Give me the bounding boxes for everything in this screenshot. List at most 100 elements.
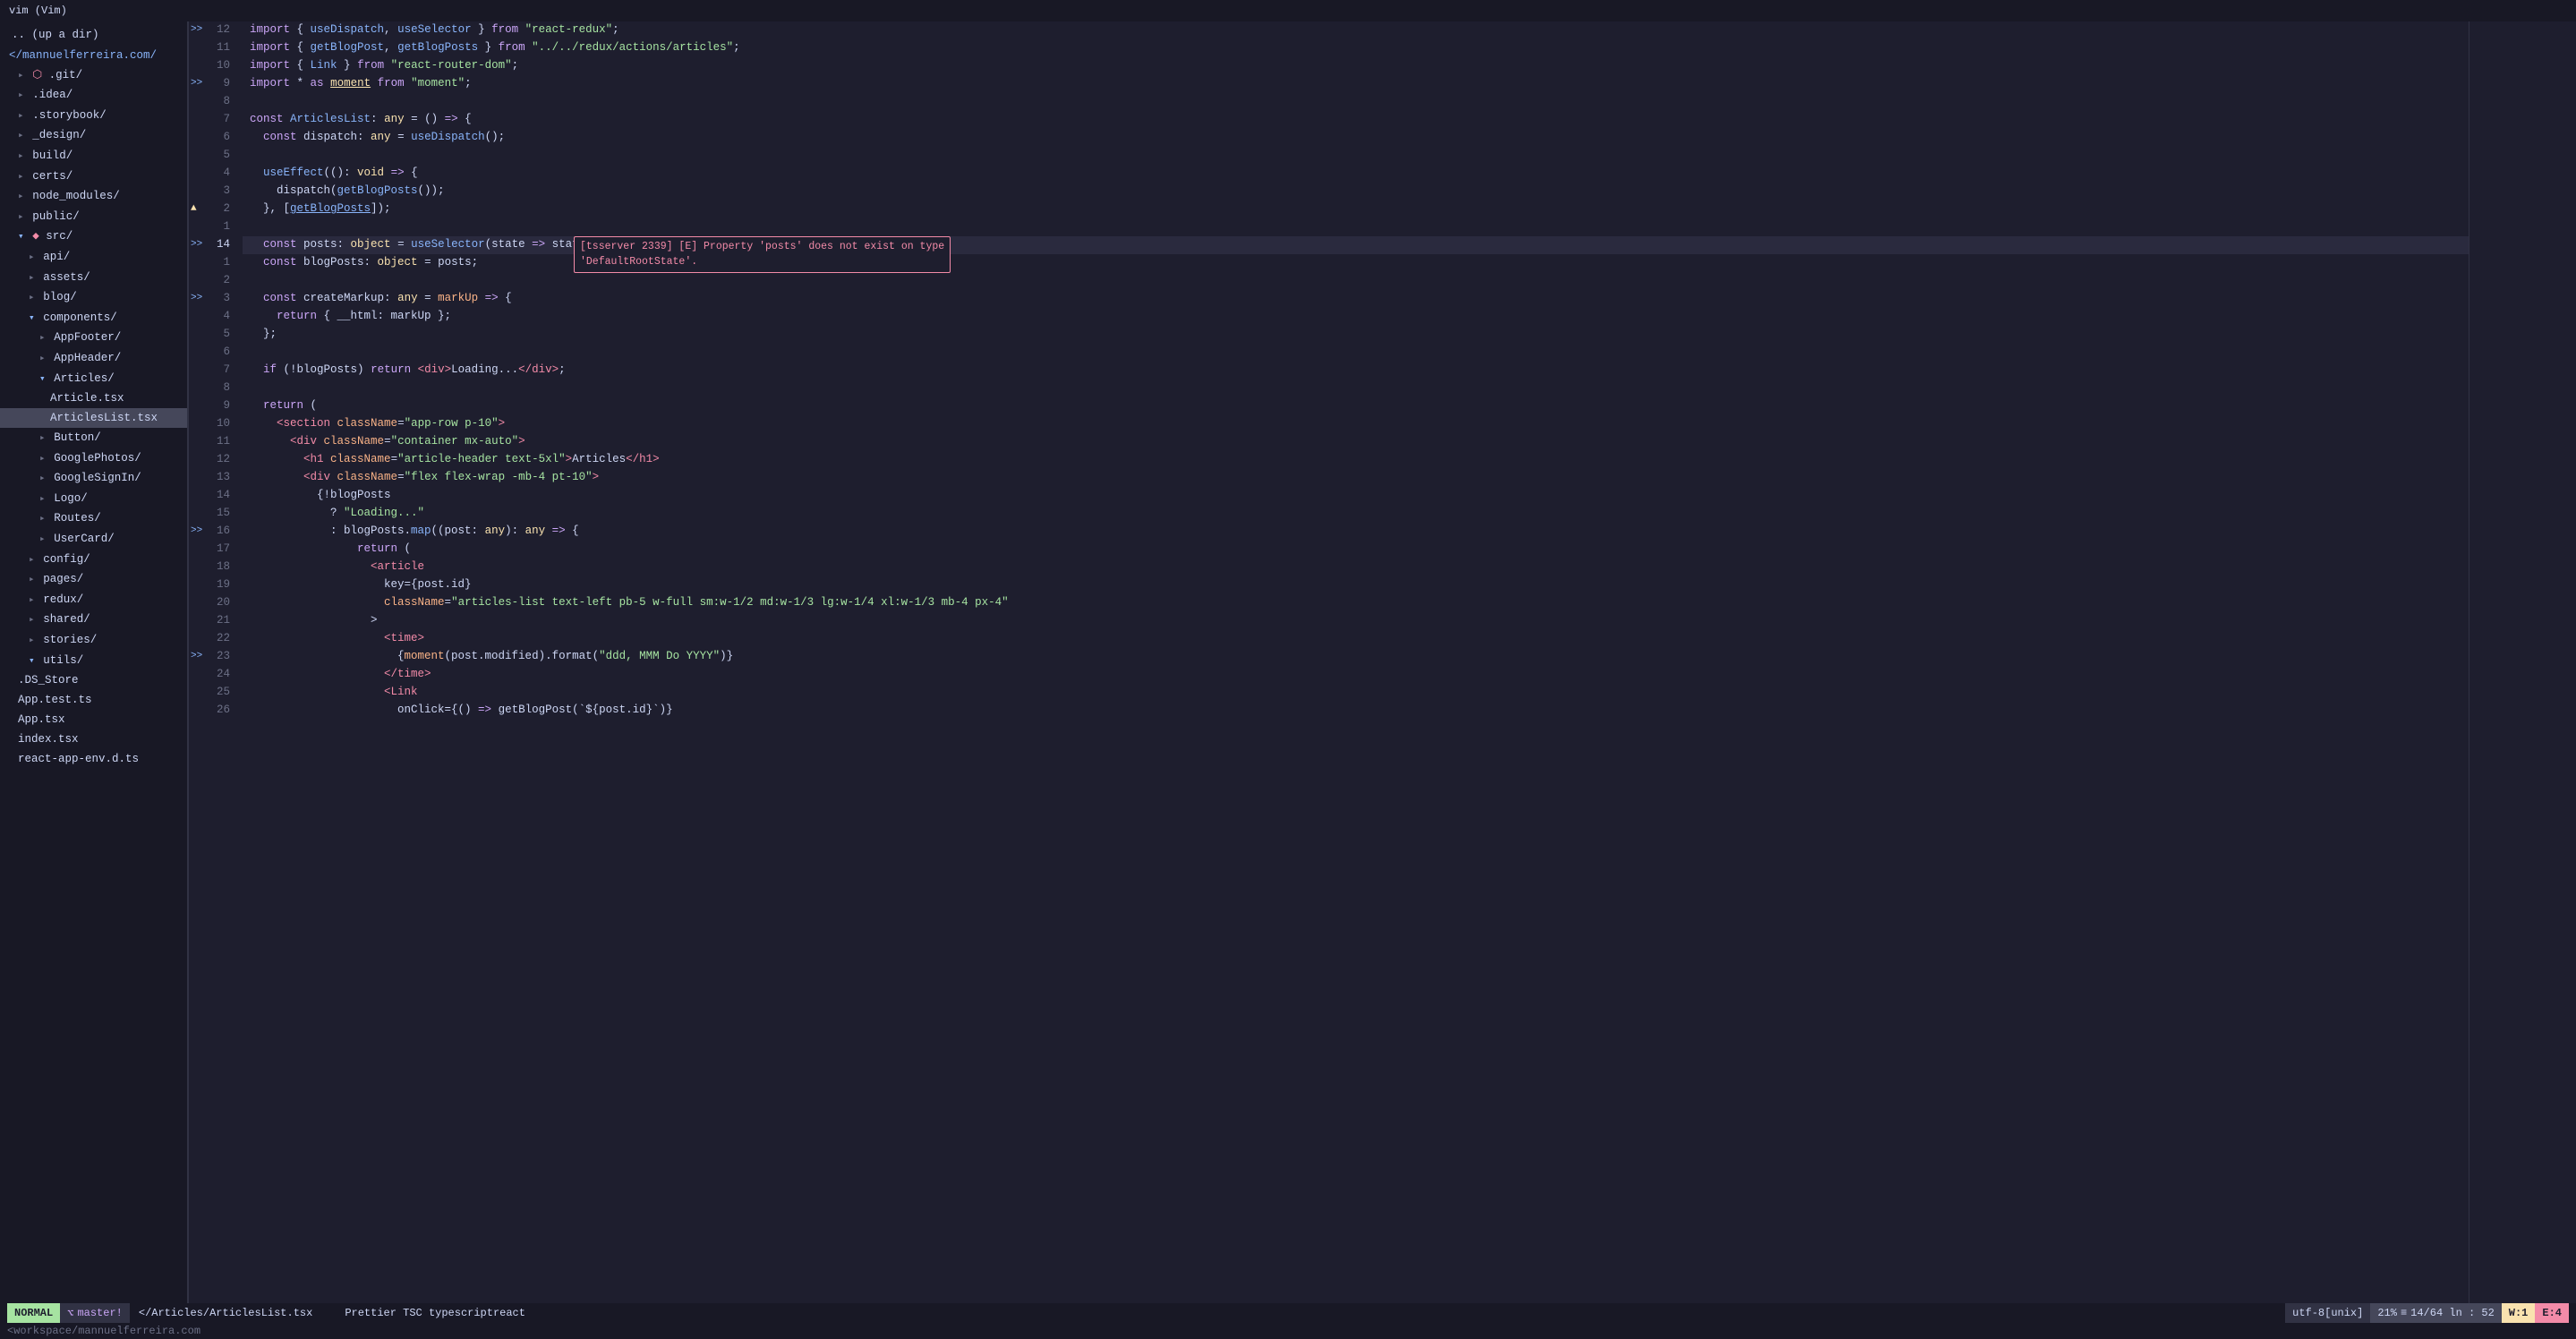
gutter-line: >>9	[192, 75, 235, 93]
sidebar-label: ArticlesList.tsx	[50, 412, 158, 424]
arrow-icon: ▸	[39, 534, 51, 545]
sidebar-item-public[interactable]: ▸ public/	[0, 207, 187, 227]
sidebar-item-articles[interactable]: ▾ Articles/	[0, 369, 187, 389]
gutter-num: 4	[209, 308, 230, 325]
sidebar-item-git[interactable]: ▸ ⬡ .git/	[0, 65, 187, 86]
code-line: className="articles-list text-left pb-5 …	[243, 594, 2469, 612]
sidebar-label: assets/	[43, 271, 90, 284]
sidebar-item-stories[interactable]: ▸ stories/	[0, 630, 187, 651]
arrow-icon: ▸	[29, 273, 40, 284]
code-line: import { useDispatch, useSelector } from…	[243, 21, 2469, 39]
sidebar-item-blog[interactable]: ▸ blog/	[0, 287, 187, 308]
sidebar-label: </mannuelferreira.com/	[9, 49, 157, 62]
file-path: </Articles/ArticlesList.tsx Prettier TSC…	[130, 1307, 2285, 1319]
sidebar-label: .. (up a dir)	[12, 29, 99, 41]
sidebar-item-articleslist-tsx[interactable]: ArticlesList.tsx	[0, 408, 187, 428]
code-line: </time>	[243, 666, 2469, 684]
sidebar-item-shared[interactable]: ▸ shared/	[0, 610, 187, 630]
sidebar-item-button[interactable]: ▸ Button/	[0, 428, 187, 448]
sidebar-label: UserCard/	[54, 533, 115, 545]
sidebar-label: Logo/	[54, 492, 88, 505]
gutter-marker: >>	[191, 524, 205, 539]
arrow-icon: ▸	[39, 473, 51, 484]
sidebar-label: config/	[43, 553, 90, 566]
sidebar-label: Article.tsx	[50, 392, 124, 405]
sidebar-item-assets[interactable]: ▸ assets/	[0, 268, 187, 288]
right-panel	[2469, 21, 2576, 1303]
sidebar-item-up-dir[interactable]: .. (up a dir)	[0, 25, 187, 46]
sidebar-item-index-tsx[interactable]: index.tsx	[0, 729, 187, 749]
gutter-line: 8	[192, 93, 235, 111]
gutter-num: 3	[209, 183, 230, 200]
sidebar-item-utils[interactable]: ▾ utils/	[0, 651, 187, 671]
code-line: <section className="app-row p-10">	[243, 415, 2469, 433]
code-line-current: const posts: object = useSelector(state …	[243, 236, 2469, 254]
sidebar-item-components[interactable]: ▾ components/	[0, 308, 187, 328]
sidebar-item-certs[interactable]: ▸ certs/	[0, 166, 187, 187]
gutter-marker: >>	[191, 649, 205, 664]
code-line: <h1 className="article-header text-5xl">…	[243, 451, 2469, 469]
gutter-num: 9	[209, 397, 230, 414]
gutter-line: 6	[192, 344, 235, 362]
gutter-num: 4	[209, 165, 230, 182]
gutter-line: 24	[192, 666, 235, 684]
sidebar-item-pages[interactable]: ▸ pages/	[0, 569, 187, 590]
sidebar-item-redux[interactable]: ▸ redux/	[0, 590, 187, 610]
sidebar-item-node-modules[interactable]: ▸ node_modules/	[0, 186, 187, 207]
warning-count: W:1	[2502, 1303, 2536, 1323]
gutter-num: 19	[209, 576, 230, 593]
status-right: utf-8[unix] 21% ≡ 14/64 ln : 52 W:1 E:4	[2285, 1303, 2569, 1323]
sidebar-label: .idea/	[32, 89, 73, 101]
sidebar-label: _design/	[32, 129, 86, 141]
sidebar-item-design[interactable]: ▸ _design/	[0, 125, 187, 146]
gutter-marker: >>	[191, 291, 205, 306]
gutter-marker: >>	[191, 76, 205, 91]
sidebar-item-appheader[interactable]: ▸ AppHeader/	[0, 348, 187, 369]
sidebar-label: pages/	[43, 573, 83, 585]
gutter-line: ▲2	[192, 200, 235, 218]
gutter-line: 4	[192, 165, 235, 183]
sidebar-item-src[interactable]: ▾ ◆ src/	[0, 226, 187, 247]
sidebar-item-appfooter[interactable]: ▸ AppFooter/	[0, 328, 187, 348]
sidebar-item-article-tsx[interactable]: Article.tsx	[0, 388, 187, 408]
sidebar-item-googlesignin[interactable]: ▸ GoogleSignIn/	[0, 468, 187, 489]
sidebar-item-api[interactable]: ▸ api/	[0, 247, 187, 268]
gutter-num: 11	[209, 433, 230, 450]
sidebar-label: public/	[32, 210, 80, 223]
code-line: >	[243, 612, 2469, 630]
sidebar-item-googlephotos[interactable]: ▸ GooglePhotos/	[0, 448, 187, 469]
sidebar-label: redux/	[43, 593, 83, 606]
gutter-line: 5	[192, 326, 235, 344]
sidebar-item-app-test-ts[interactable]: App.test.ts	[0, 690, 187, 710]
sidebar-item-logo[interactable]: ▸ Logo/	[0, 489, 187, 509]
arrow-icon: ▸	[18, 172, 30, 183]
gutter-num: 5	[209, 326, 230, 343]
sidebar-item-routes[interactable]: ▸ Routes/	[0, 508, 187, 529]
sidebar-label: utils/	[43, 654, 83, 667]
sidebar-item-storybook[interactable]: ▸ .storybook/	[0, 106, 187, 126]
sidebar-label: .storybook/	[32, 109, 107, 122]
sidebar-item-config[interactable]: ▸ config/	[0, 550, 187, 570]
gutter-num: 10	[209, 57, 230, 74]
gutter-line: 25	[192, 684, 235, 702]
code-line: const createMarkup: any = markUp => {	[243, 290, 2469, 308]
sidebar-item-usercard[interactable]: ▸ UserCard/	[0, 529, 187, 550]
sidebar-label: shared/	[43, 613, 90, 626]
code-line	[243, 380, 2469, 397]
sidebar-item-app-tsx[interactable]: App.tsx	[0, 710, 187, 729]
code-line: {!blogPosts	[243, 487, 2469, 505]
gutter-num: 6	[209, 129, 230, 146]
src-icon: ◆	[32, 230, 46, 243]
sidebar-item-react-app-env[interactable]: react-app-env.d.ts	[0, 749, 187, 769]
code-editor[interactable]: import { useDispatch, useSelector } from…	[243, 21, 2469, 1303]
sidebar-item-build[interactable]: ▸ build/	[0, 146, 187, 166]
sidebar: .. (up a dir) </mannuelferreira.com/ ▸ ⬡…	[0, 21, 188, 1303]
sidebar-item-idea[interactable]: ▸ .idea/	[0, 85, 187, 106]
sidebar-item-root[interactable]: </mannuelferreira.com/	[0, 46, 187, 65]
gutter-num: 12	[209, 21, 230, 38]
code-line: <article	[243, 559, 2469, 576]
sidebar-item-ds-store[interactable]: .DS_Store	[0, 670, 187, 690]
gutter-line: 22	[192, 630, 235, 648]
gutter-num: 15	[209, 505, 230, 522]
branch-indicator: ⌥ master!	[60, 1303, 130, 1323]
